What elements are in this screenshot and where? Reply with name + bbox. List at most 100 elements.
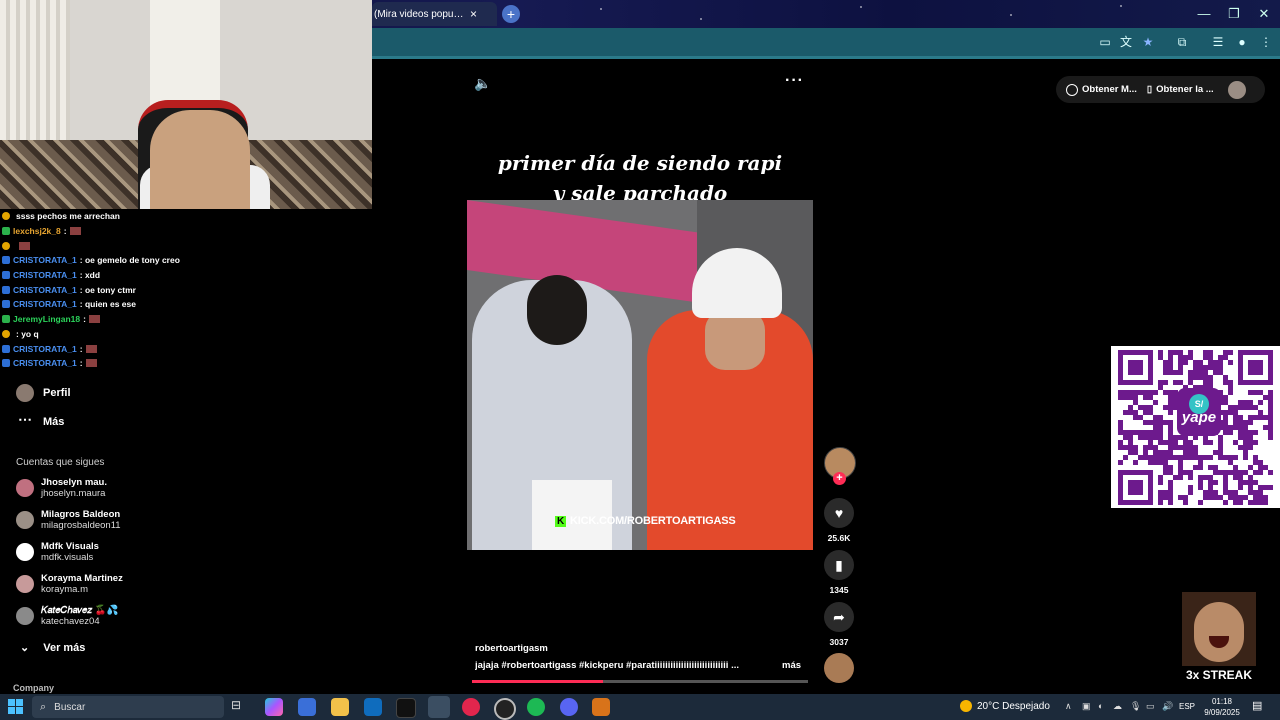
chrome-icon-active[interactable] (428, 696, 450, 718)
followed-account[interactable]: Mdfk Visuals mdfk.visuals (16, 541, 99, 563)
video-author[interactable]: robertoartigasm (475, 643, 548, 654)
account-avatar (16, 575, 34, 593)
chat-badge-icon (2, 241, 10, 250)
chat-username: JeremyLingan18 (13, 314, 81, 325)
weather-widget[interactable]: 20°C Despejado (960, 700, 1050, 712)
see-more-button[interactable]: ⌄ Ver más (16, 641, 86, 655)
get-app-chip[interactable]: Obtener M... (1066, 83, 1137, 96)
cloud-icon[interactable]: ☁ (1113, 701, 1122, 712)
more-dots-icon: ⋯ (18, 411, 32, 427)
like-action[interactable]: ♥ 25.6K (824, 498, 854, 543)
tray-icon[interactable]: ▣ (1082, 701, 1091, 712)
microphone-icon[interactable]: 🎙 (1130, 701, 1141, 712)
chat-message: CRISTORATA_1: oe gemelo de tony creo (0, 253, 260, 268)
user-avatar[interactable] (1227, 80, 1246, 99)
app-icon-orange[interactable] (592, 698, 610, 716)
sun-icon (960, 700, 972, 712)
cast-icon[interactable]: ▭ (1097, 34, 1113, 50)
heart-icon[interactable]: ♥ (824, 498, 854, 528)
followed-account[interactable]: Jhoselyn mau.⁣ jhoselyn.maura (16, 477, 107, 499)
caption-line: primer día de siendo rapi (497, 151, 783, 175)
taskbar-search[interactable]: ⌕ Buscar (32, 696, 224, 718)
windows-start-icon[interactable] (8, 699, 24, 715)
discord-icon[interactable] (560, 698, 578, 716)
notification-icon[interactable]: ▤ (1252, 699, 1266, 713)
chat-badge-icon (2, 256, 10, 265)
network-icon[interactable]: ▭ (1146, 701, 1155, 712)
chat-text: : quien es ese (79, 299, 136, 310)
chevron-up-icon[interactable]: ∧ (1065, 701, 1072, 712)
chat-username: CRISTORATA_1 (13, 358, 77, 369)
kick-logo-icon: K (555, 516, 567, 527)
minimize-button[interactable]: — (1188, 0, 1220, 28)
copilot-icon[interactable] (265, 698, 283, 716)
new-tab-button[interactable]: + (502, 5, 520, 23)
bookmark-icon[interactable]: ▮ (824, 550, 854, 580)
get-app-mobile-chip[interactable]: ▯ Obtener la ... (1147, 84, 1214, 95)
app-icon[interactable] (462, 698, 480, 716)
webcam-overlay (0, 0, 372, 209)
chat-text: : yo q (16, 328, 39, 339)
chat-badge-icon (2, 329, 10, 338)
chat-message: : yo q (0, 327, 260, 342)
close-window-button[interactable]: ✕ (1248, 0, 1280, 28)
translate-icon[interactable]: 文 (1118, 34, 1134, 50)
chat-badge-icon (2, 212, 10, 221)
follow-plus-icon[interactable]: + (833, 472, 846, 485)
chevron-down-icon: ⌄ (20, 642, 30, 654)
tiktok-app-icon[interactable] (396, 698, 416, 718)
weather-text: 20°C Despejado (977, 700, 1050, 712)
chat-username: CRISTORATA_1 (13, 270, 77, 281)
share-action[interactable]: ➦ 3037 (824, 602, 854, 647)
account-handle: mdfk.visuals (41, 552, 94, 563)
profile-avatar-icon (16, 384, 34, 402)
video-player[interactable] (467, 200, 813, 550)
account-avatar (16, 511, 34, 529)
description-more-link[interactable]: más (782, 660, 801, 671)
account-avatar (16, 543, 34, 561)
maximize-button[interactable]: ❐ (1218, 0, 1250, 28)
reading-list-icon[interactable]: ☰ (1210, 34, 1226, 50)
chat-badge-icon (2, 344, 10, 353)
outlook-icon[interactable] (364, 698, 382, 716)
chat-emote-icon (19, 241, 30, 250)
nav-item-profile[interactable]: Perfil (16, 383, 71, 403)
system-clock[interactable]: 01:18 9/09/2025 (1200, 696, 1244, 718)
spotify-icon[interactable] (527, 698, 545, 716)
see-more-label: Ver más (43, 641, 86, 654)
nav-item-more[interactable]: ⋯ Más (16, 412, 64, 432)
chat-message: CRISTORATA_1: xdd (0, 268, 260, 283)
extensions-icon[interactable]: ⧉ (1174, 34, 1190, 50)
video-progress-bar[interactable] (472, 680, 808, 683)
chat-emote-icon (85, 344, 97, 353)
profile-icon[interactable]: ● (1234, 34, 1250, 50)
kick-watermark: K KICK.COM/ROBERTOARTIGASS (555, 515, 736, 527)
chip-label: Obtener M... (1082, 84, 1137, 95)
browser-tab[interactable]: (Mira videos populares sc × (372, 2, 497, 26)
more-options-button[interactable]: ··· (785, 72, 805, 92)
followed-account[interactable]: Milagros Baldeon milagrosbaldeon11 (16, 509, 121, 531)
account-name: Jhoselyn mau.⁣ (41, 477, 107, 488)
followed-account[interactable]: Korayma Martinez korayma.m (16, 573, 123, 595)
file-explorer-icon[interactable] (331, 698, 349, 716)
language-indicator[interactable]: ESP (1179, 702, 1195, 711)
tab-close-icon[interactable]: × (470, 7, 477, 21)
volume-icon[interactable]: 🔈 (474, 75, 492, 93)
store-icon[interactable] (298, 698, 316, 716)
music-disc-avatar[interactable] (824, 653, 854, 683)
search-icon: ⌕ (40, 700, 47, 713)
streak-label: 3x STREAK (1185, 668, 1253, 682)
share-icon[interactable]: ➦ (824, 602, 854, 632)
company-link[interactable]: Company (13, 683, 54, 693)
browser-menu-icon[interactable]: ⋮ (1258, 34, 1274, 50)
obs-icon[interactable] (494, 698, 516, 720)
bookmark-star-icon[interactable]: ★ (1140, 34, 1156, 50)
chat-message: ssss pechos me arrechan (0, 209, 260, 224)
followed-account[interactable]: 𝐾𝑎𝑡𝑒𝐶ℎ𝑎𝑣𝑒𝑧 🍒💦 katechavez04 (16, 605, 118, 627)
tray-icon[interactable]: ◐ (1098, 701, 1103, 711)
task-view-icon[interactable]: ⊟ (231, 698, 249, 716)
streak-emote-image (1182, 592, 1256, 666)
speaker-icon[interactable]: 🔊 (1162, 701, 1173, 712)
save-action[interactable]: ▮ 1345 (824, 550, 854, 595)
chat-badge-icon (2, 315, 10, 324)
